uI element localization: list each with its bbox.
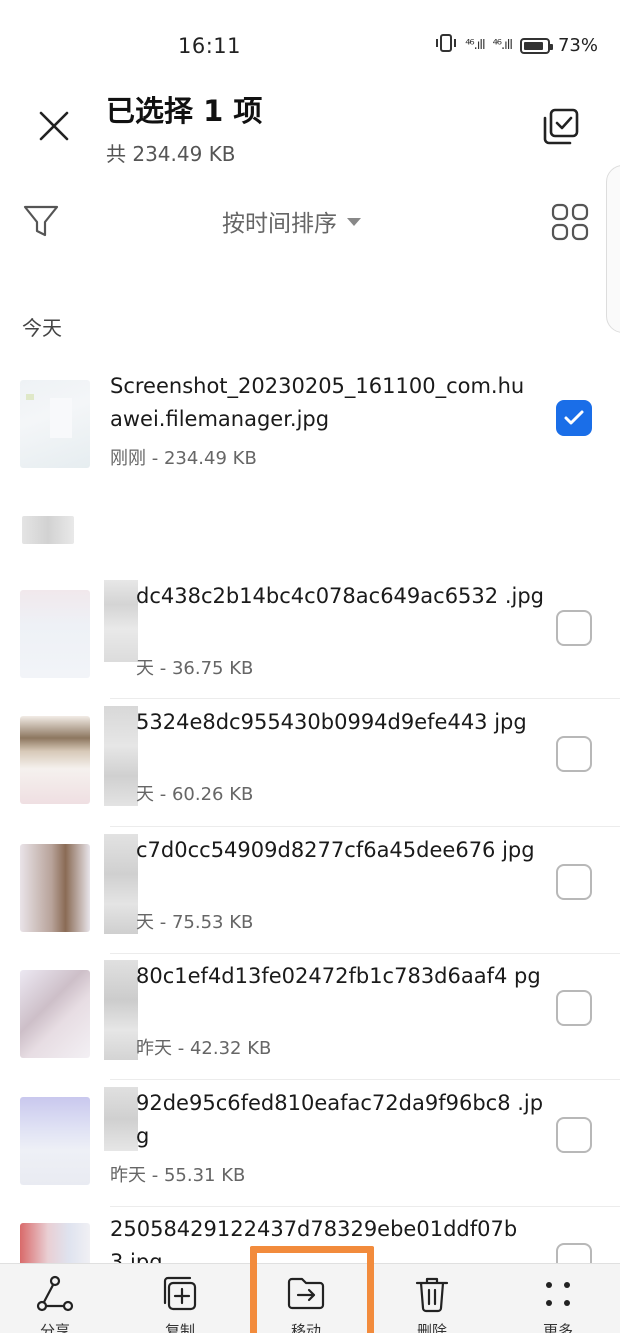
file-row[interactable]: 92de95c6fed810eafac72da9f96bc8 .jpg 昨天 -… [0,1087,620,1207]
section-header-blurred [22,516,74,544]
more-dots-icon [538,1274,578,1314]
selection-header: 已选择 1 项 共 234.49 KB [0,88,620,172]
file-checkbox[interactable] [556,1117,592,1153]
file-thumbnail [20,970,90,1058]
copy-button[interactable]: 复制 [125,1274,235,1333]
battery-percent: 73% [557,35,598,56]
select-all-icon [543,108,579,145]
share-label: 分享 [39,1322,70,1333]
file-row[interactable]: 80c1ef4d13fe02472fb1c783d6aaf4 pg 昨天 - 4… [0,960,620,1080]
grid-view-button[interactable] [550,202,590,242]
filter-button[interactable] [22,202,62,242]
blurred-region [104,706,138,806]
copy-label: 复制 [164,1322,195,1333]
file-row[interactable]: 5324e8dc955430b0994d9efe443 jpg 天 - 60.2… [0,706,620,826]
file-thumbnail [20,716,90,804]
file-row[interactable]: Screenshot_20230205_161100_com.huawei.fi… [0,370,620,490]
file-meta: 刚刚 - 234.49 KB [110,448,257,469]
status-time: 16:11 [178,34,242,58]
status-bar: 16:11 ⁴⁶.ıll ⁴⁶.ıll 73% [0,0,620,92]
file-thumbnail [20,844,90,932]
row-divider [110,953,620,954]
battery-icon [519,37,553,54]
file-name: 92de95c6fed810eafac72da9f96bc8 .jpg [136,1091,544,1148]
blurred-region [104,580,138,662]
delete-button[interactable]: 删除 [377,1274,487,1333]
file-checkbox[interactable] [556,736,592,772]
blurred-region [104,1087,138,1151]
file-checkbox[interactable] [556,610,592,646]
selection-total-size: 共 234.49 KB [106,142,236,166]
signal-icon-1: ⁴⁶.ıll [465,38,485,53]
file-name: Screenshot_20230205_161100_com.huawei.fi… [110,374,525,431]
file-thumbnail [20,590,90,678]
close-button[interactable] [30,102,78,150]
row-divider [110,826,620,827]
move-button-highlight [250,1246,374,1333]
checkmark-icon [564,410,584,425]
file-name: c7d0cc54909d8277cf6a45dee676 jpg [136,838,535,862]
blurred-region [104,960,138,1060]
file-name: 5324e8dc955430b0994d9efe443 jpg [136,710,527,734]
blurred-region [104,834,138,934]
sort-label: 按时间排序 [222,211,337,237]
file-meta: 昨天 - 42.32 KB [136,1038,272,1059]
file-meta: 天 - 75.53 KB [136,912,254,933]
filter-icon [23,205,59,237]
share-icon [35,1274,75,1314]
sort-dropdown[interactable]: 按时间排序 [222,204,361,238]
selection-count-title: 已选择 1 项 [106,94,263,128]
chevron-down-icon [347,218,361,226]
copy-icon [160,1274,200,1314]
row-divider [110,698,620,699]
file-row[interactable]: c7d0cc54909d8277cf6a45dee676 jpg 天 - 75.… [0,834,620,954]
delete-label: 删除 [416,1322,447,1333]
file-meta: 天 - 60.26 KB [136,784,254,805]
row-divider [110,1079,620,1080]
file-thumbnail [20,380,90,468]
file-checkbox[interactable] [556,990,592,1026]
row-divider [110,1206,620,1207]
file-meta: 昨天 - 55.31 KB [110,1165,246,1186]
file-name: dc438c2b14bc4c078ac649ac6532 .jpg [136,584,544,608]
file-meta: 天 - 36.75 KB [136,658,254,679]
list-toolbar: 按时间排序 [0,196,620,252]
file-row[interactable]: dc438c2b14bc4c078ac649ac6532 .jpg 天 - 36… [0,580,620,700]
more-label: 更多 [542,1322,573,1333]
close-icon [39,111,69,141]
vibrate-icon [435,34,457,57]
grid-icon [551,203,589,241]
signal-icon-2: ⁴⁶.ıll [492,38,513,53]
file-checkbox[interactable] [556,400,592,436]
trash-icon [412,1274,452,1314]
file-checkbox[interactable] [556,864,592,900]
status-icons: ⁴⁶.ıll ⁴⁶.ıll 73% [435,34,598,57]
side-panel-handle[interactable] [606,165,620,333]
more-button[interactable]: 更多 [503,1274,613,1333]
section-header-today: 今天 [22,316,62,340]
file-name: 80c1ef4d13fe02472fb1c783d6aaf4 pg [136,964,541,988]
share-button[interactable]: 分享 [0,1274,110,1333]
file-thumbnail [20,1097,90,1185]
select-all-button[interactable] [538,104,584,150]
